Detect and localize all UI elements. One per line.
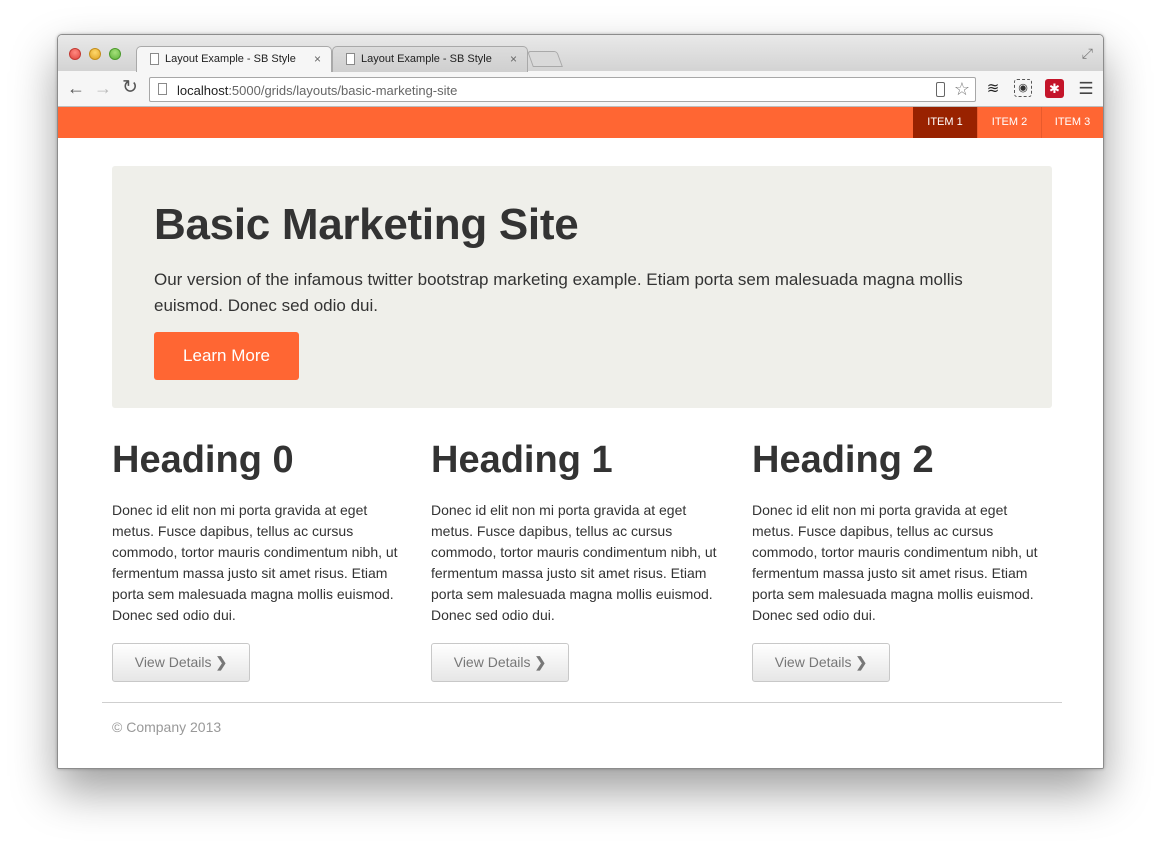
layers-icon[interactable]: ≋ <box>983 79 1003 99</box>
hero-unit: Basic Marketing Site Our version of the … <box>112 166 1052 408</box>
chevron-right-icon: ❯ <box>215 654 228 670</box>
close-icon[interactable]: × <box>510 52 517 66</box>
page-icon <box>158 83 167 95</box>
url-path: :5000/grids/layouts/basic-marketing-site <box>228 83 458 98</box>
menu-icon[interactable]: ☰ <box>1076 79 1096 99</box>
column-text: Donec id elit non mi porta gravida at eg… <box>431 502 717 623</box>
top-navigation: ITEM 1 ITEM 2 ITEM 3 <box>58 107 1103 138</box>
page-icon <box>346 53 355 65</box>
column-text: Donec id elit non mi porta gravida at eg… <box>752 502 1038 623</box>
button-label: View Details <box>774 654 852 670</box>
evernote-icon[interactable]: ◉ <box>1014 79 1032 97</box>
close-window-button[interactable] <box>69 48 81 60</box>
button-label: View Details <box>453 654 531 670</box>
address-bar[interactable]: localhost:5000/grids/layouts/basic-marke… <box>149 77 976 102</box>
hero-title: Basic Marketing Site <box>154 200 579 249</box>
browser-window: Layout Example - SB Style × Layout Examp… <box>57 34 1104 769</box>
mobile-icon[interactable] <box>936 82 945 97</box>
tab-inactive[interactable]: Layout Example - SB Style × <box>332 46 528 72</box>
button-label: View Details <box>134 654 212 670</box>
back-icon[interactable]: ← <box>67 77 85 99</box>
tab-strip: Layout Example - SB Style × Layout Examp… <box>58 35 1103 72</box>
feature-column: Heading 1 Donec id elit non mi porta gra… <box>431 438 731 682</box>
feature-column: Heading 2 Donec id elit non mi porta gra… <box>752 438 1052 682</box>
nav-item-2[interactable]: ITEM 2 <box>977 107 1041 138</box>
learn-more-button[interactable]: Learn More <box>154 332 299 380</box>
view-details-button[interactable]: View Details ❯ <box>112 643 250 682</box>
column-heading: Heading 1 <box>431 439 613 481</box>
feature-column: Heading 0 Donec id elit non mi porta gra… <box>112 438 412 682</box>
forward-icon[interactable]: → <box>94 77 112 99</box>
view-details-button[interactable]: View Details ❯ <box>752 643 890 682</box>
column-heading: Heading 0 <box>112 439 294 481</box>
fullscreen-icon[interactable]: ⤢ <box>1082 45 1093 62</box>
tab-active[interactable]: Layout Example - SB Style × <box>136 46 332 72</box>
chevron-right-icon: ❯ <box>855 654 868 670</box>
minimize-window-button[interactable] <box>89 48 101 60</box>
footer-divider <box>102 702 1062 703</box>
hero-text: Our version of the infamous twitter boot… <box>154 270 963 315</box>
nav-item-1[interactable]: ITEM 1 <box>913 107 977 138</box>
url-text[interactable]: localhost:5000/grids/layouts/basic-marke… <box>177 83 457 98</box>
view-details-button[interactable]: View Details ❯ <box>431 643 569 682</box>
nav-item-3[interactable]: ITEM 3 <box>1041 107 1103 138</box>
column-text: Donec id elit non mi porta gravida at eg… <box>112 502 398 623</box>
page-icon <box>150 53 159 65</box>
chevron-right-icon: ❯ <box>534 654 547 670</box>
page-viewport: ITEM 1 ITEM 2 ITEM 3 Basic Marketing Sit… <box>58 107 1103 768</box>
lastpass-icon[interactable]: ✱ <box>1045 79 1064 98</box>
footer-copyright: © Company 2013 <box>112 719 222 735</box>
close-icon[interactable]: × <box>314 52 321 66</box>
new-tab-button[interactable] <box>527 51 563 67</box>
browser-toolbar: ← → ↻ localhost:5000/grids/layouts/basic… <box>58 71 1103 107</box>
column-heading: Heading 2 <box>752 439 934 481</box>
zoom-window-button[interactable] <box>109 48 121 60</box>
reload-icon[interactable]: ↻ <box>122 77 138 99</box>
tab-label: Layout Example - SB Style <box>165 53 296 65</box>
url-host: localhost <box>177 83 229 98</box>
star-icon[interactable]: ☆ <box>954 79 970 100</box>
tab-label: Layout Example - SB Style <box>361 53 492 65</box>
